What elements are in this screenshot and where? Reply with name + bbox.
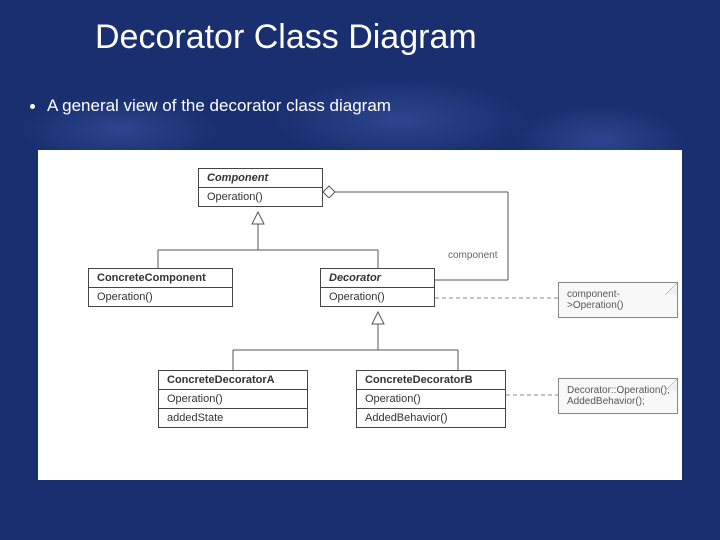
uml-class-operation: Operation() xyxy=(357,390,505,409)
note-text-line1: Decorator::Operation(); xyxy=(567,385,670,396)
uml-class-component: Component Operation() xyxy=(198,168,323,207)
uml-class-name: ConcreteDecoratorB xyxy=(357,371,505,390)
uml-class-name: Decorator xyxy=(321,269,434,288)
bullet-icon xyxy=(30,104,35,109)
page-title: Decorator Class Diagram xyxy=(95,18,477,57)
note-text-line2: AddedBehavior(); xyxy=(567,396,645,407)
bullet-row: A general view of the decorator class di… xyxy=(30,96,391,116)
bullet-text: A general view of the decorator class di… xyxy=(47,96,391,116)
uml-class-name: Component xyxy=(199,169,322,188)
uml-class-operation: Operation() xyxy=(321,288,434,306)
uml-class-concrete-component: ConcreteComponent Operation() xyxy=(88,268,233,307)
uml-class-operation: Operation() xyxy=(159,390,307,409)
uml-diagram: Component Operation() ConcreteComponent … xyxy=(38,150,682,480)
uml-class-extra: AddedBehavior() xyxy=(357,409,505,427)
uml-class-name: ConcreteComponent xyxy=(89,269,232,288)
uml-note-component-operation: component->Operation() xyxy=(558,282,678,318)
uml-role-label: component xyxy=(448,250,497,261)
uml-class-name: ConcreteDecoratorA xyxy=(159,371,307,390)
uml-class-decorator: Decorator Operation() xyxy=(320,268,435,307)
uml-class-state: addedState xyxy=(159,409,307,427)
note-text: component->Operation() xyxy=(567,289,623,311)
uml-note-added-behavior: Decorator::Operation(); AddedBehavior(); xyxy=(558,378,678,414)
uml-class-concrete-decorator-a: ConcreteDecoratorA Operation() addedStat… xyxy=(158,370,308,428)
uml-class-operation: Operation() xyxy=(89,288,232,306)
uml-class-concrete-decorator-b: ConcreteDecoratorB Operation() AddedBeha… xyxy=(356,370,506,428)
uml-class-operation: Operation() xyxy=(199,188,322,206)
